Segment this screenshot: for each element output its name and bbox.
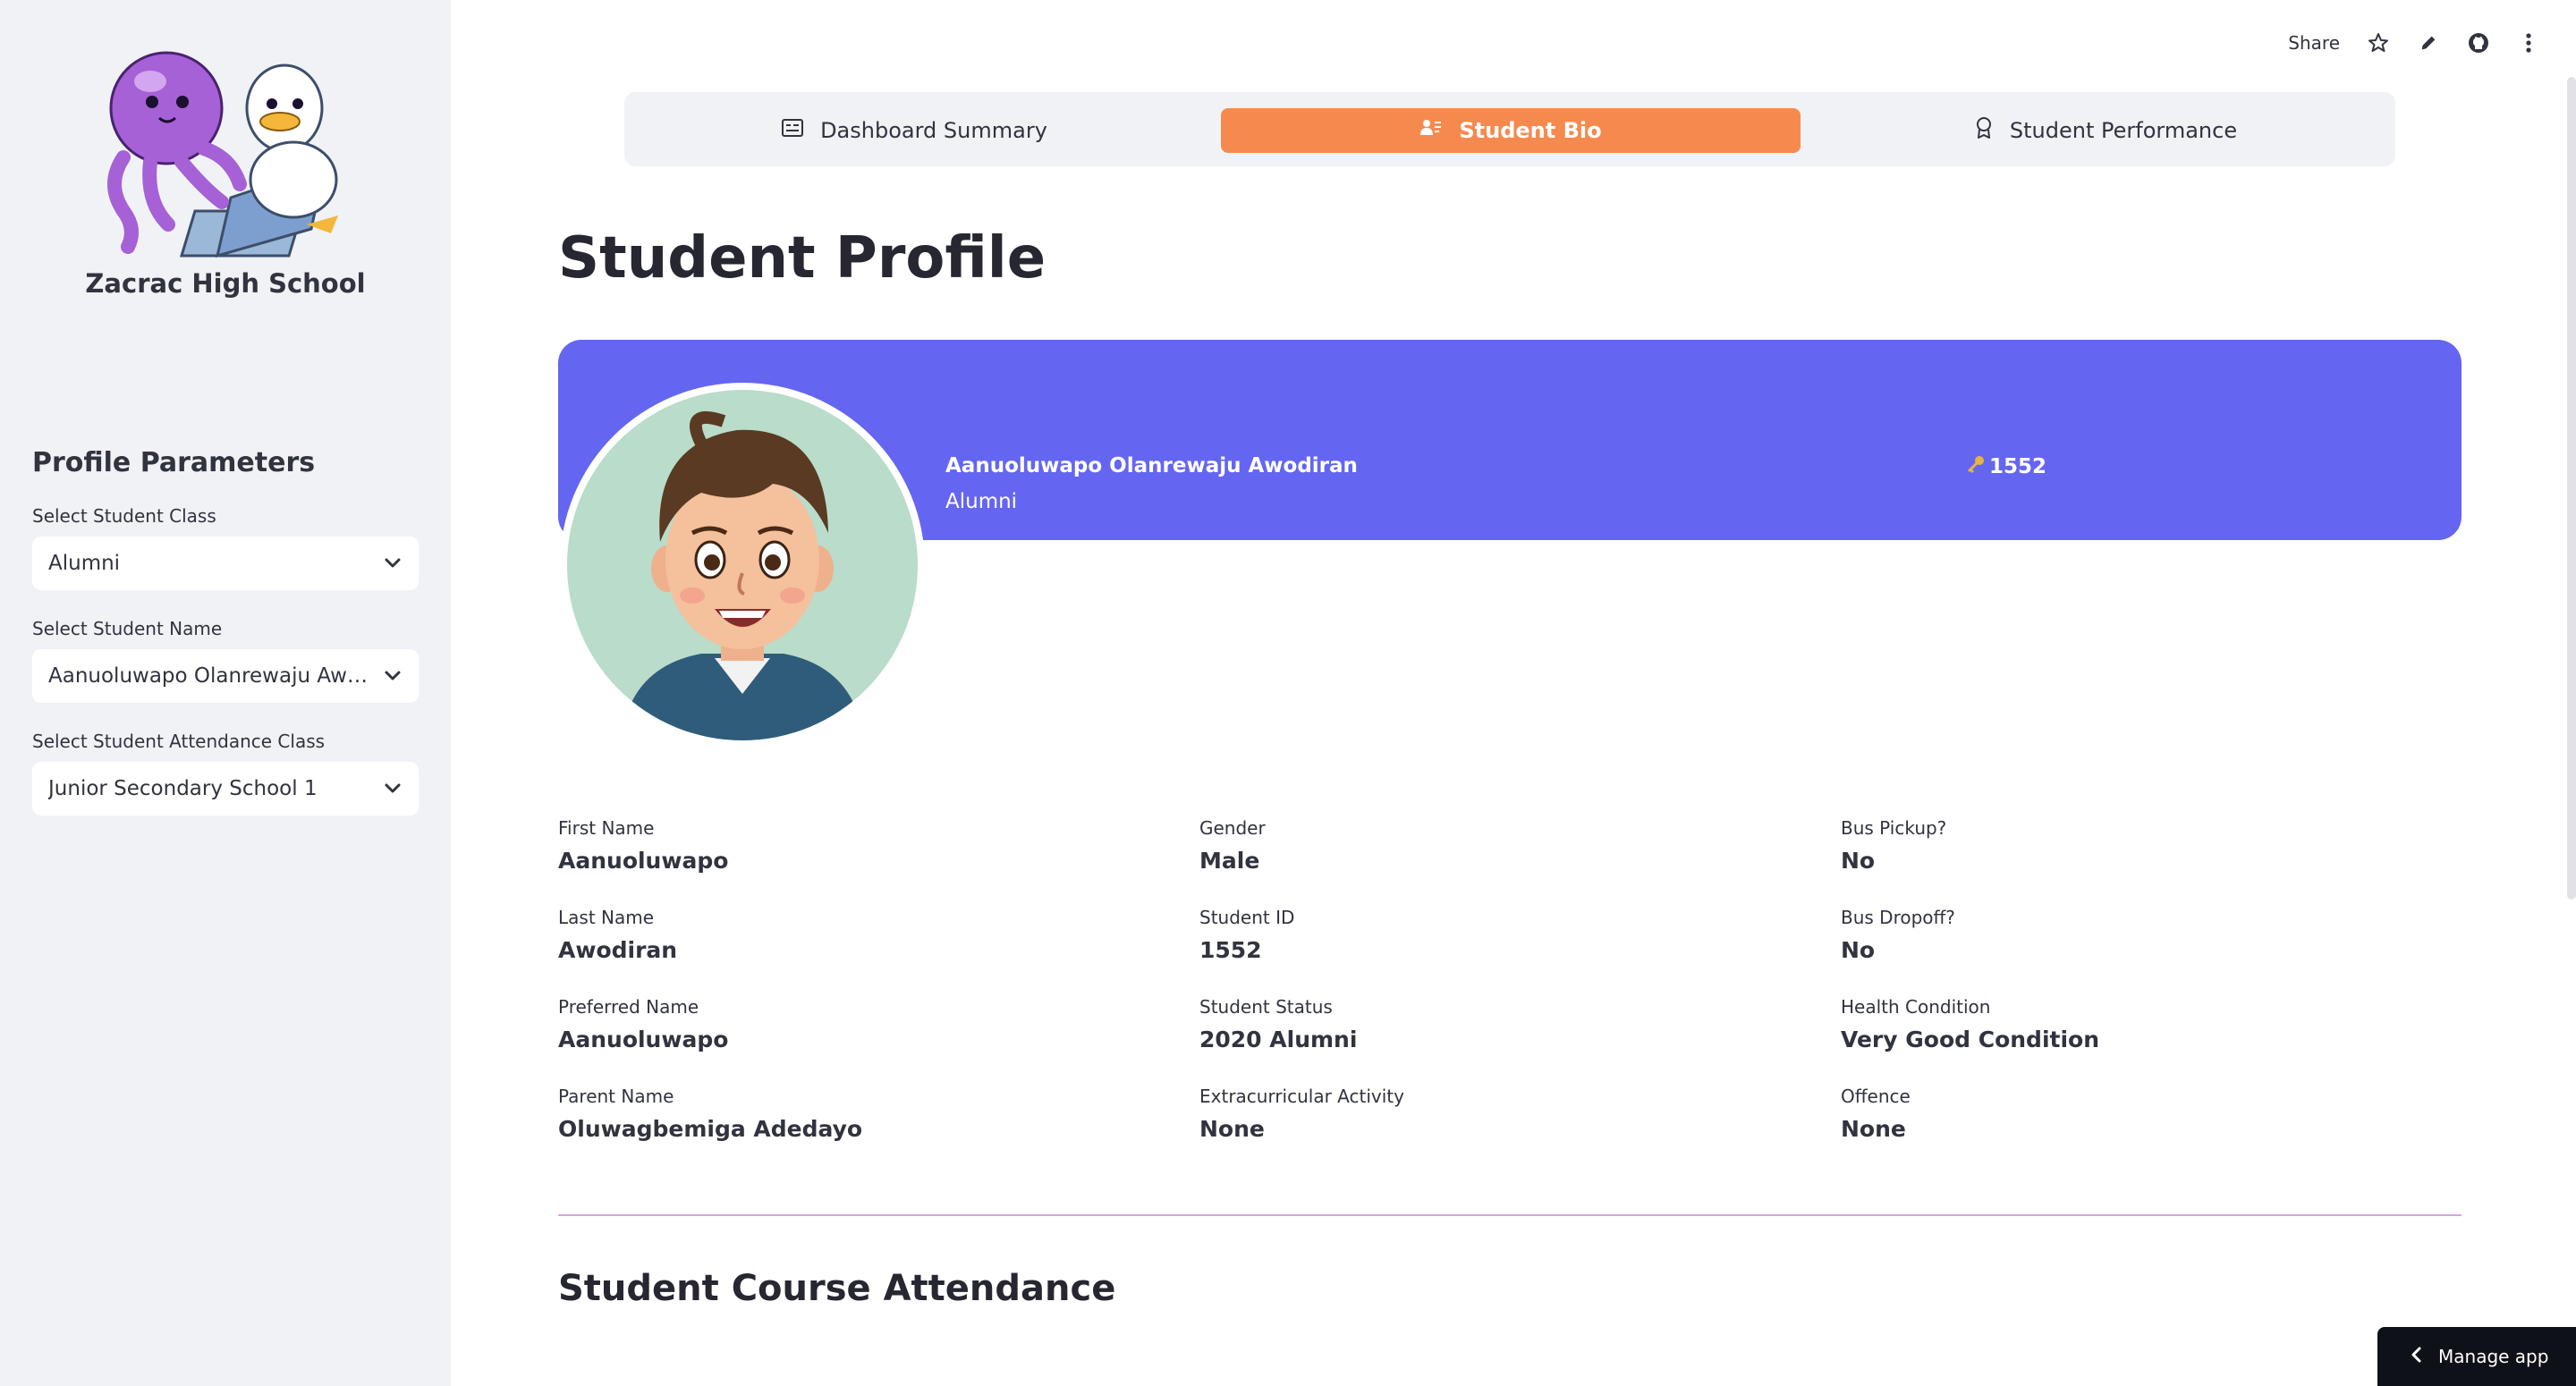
field-last-name: Last Name Awodiran bbox=[558, 907, 677, 963]
tab-student-performance[interactable]: Student Performance bbox=[1816, 108, 2395, 153]
field-bus-dropoff: Bus Dropoff? No bbox=[1841, 907, 1955, 963]
field-label: Student Status bbox=[1199, 996, 1333, 1018]
field-value: Oluwagbemiga Adedayo bbox=[558, 1116, 863, 1142]
field-label: Preferred Name bbox=[558, 996, 699, 1018]
field-first-name: First Name Aanuoluwapo bbox=[558, 817, 728, 874]
field-health-condition: Health Condition Very Good Condition bbox=[1841, 996, 2099, 1052]
field-value: None bbox=[1199, 1116, 1265, 1142]
field-label: Gender bbox=[1199, 817, 1266, 839]
student-avatar bbox=[560, 383, 925, 748]
student-name-select[interactable]: Aanuoluwapo Olanrewaju Awodiran bbox=[32, 649, 419, 703]
attendance-class-label: Select Student Attendance Class bbox=[32, 731, 326, 752]
tab-label: Student Performance bbox=[2009, 118, 2238, 143]
field-value: Very Good Condition bbox=[1841, 1027, 2100, 1052]
pencil-icon[interactable] bbox=[2417, 31, 2440, 55]
chevron-down-icon bbox=[383, 554, 402, 573]
chevron-left-icon bbox=[2410, 1346, 2422, 1368]
field-parent-name: Parent Name Oluwagbemiga Adedayo bbox=[558, 1086, 862, 1142]
student-class-value: Alumni bbox=[48, 552, 121, 575]
share-button[interactable]: Share bbox=[2288, 32, 2340, 54]
field-label: Health Condition bbox=[1841, 996, 1991, 1018]
user-bio-icon bbox=[1419, 118, 1443, 143]
field-gender: Gender Male bbox=[1199, 817, 1266, 874]
attendance-class-select[interactable]: Junior Secondary School 1 bbox=[32, 762, 419, 816]
field-label: Parent Name bbox=[558, 1086, 674, 1107]
manage-app-button[interactable]: Manage app bbox=[2377, 1327, 2576, 1386]
sidebar: Zacrac High School Profile Parameters Se… bbox=[0, 0, 451, 1386]
star-icon[interactable] bbox=[2367, 31, 2390, 55]
tab-label: Dashboard Summary bbox=[820, 118, 1047, 143]
field-preferred-name: Preferred Name Aanuoluwapo bbox=[558, 996, 728, 1052]
banner-student-id: 1552 bbox=[1966, 454, 2046, 479]
key-icon bbox=[1966, 454, 1986, 479]
more-vertical-icon[interactable] bbox=[2517, 31, 2540, 55]
manage-app-label: Manage app bbox=[2438, 1346, 2549, 1367]
banner-student-name: Aanuoluwapo Olanrewaju Awodiran bbox=[945, 454, 1358, 477]
student-name-value: Aanuoluwapo Olanrewaju Awodiran bbox=[48, 664, 383, 688]
field-value: Awodiran bbox=[558, 937, 678, 963]
field-student-status: Student Status 2020 Alumni bbox=[1199, 996, 1357, 1052]
school-name: Zacrac High School bbox=[85, 268, 366, 299]
dashboard-icon bbox=[781, 118, 804, 143]
field-value: Aanuoluwapo bbox=[558, 848, 729, 874]
tab-bar: Dashboard Summary Student Bio Student Pe… bbox=[624, 92, 2395, 166]
banner-student-status: Alumni bbox=[945, 490, 1018, 513]
attendance-class-value: Junior Secondary School 1 bbox=[48, 777, 318, 800]
page-title: Student Profile bbox=[558, 225, 1046, 292]
field-offence: Offence None bbox=[1841, 1086, 1911, 1142]
field-value: Male bbox=[1199, 848, 1260, 874]
field-value: 2020 Alumni bbox=[1199, 1027, 1358, 1052]
student-class-label: Select Student Class bbox=[32, 505, 216, 527]
field-label: Student ID bbox=[1199, 907, 1295, 928]
chevron-down-icon bbox=[383, 666, 402, 686]
github-icon[interactable] bbox=[2467, 31, 2490, 55]
student-name-label: Select Student Name bbox=[32, 618, 223, 639]
profile-parameters-heading: Profile Parameters bbox=[32, 447, 316, 478]
chevron-down-icon bbox=[383, 779, 402, 799]
field-label: First Name bbox=[558, 817, 655, 839]
course-attendance-heading: Student Course Attendance bbox=[558, 1268, 1116, 1309]
student-class-select[interactable]: Alumni bbox=[32, 537, 419, 590]
school-logo bbox=[97, 32, 356, 265]
field-value: None bbox=[1841, 1116, 1906, 1142]
main-scrollbar[interactable] bbox=[2567, 77, 2576, 900]
field-value: 1552 bbox=[1199, 937, 1262, 963]
section-divider bbox=[558, 1214, 2462, 1216]
field-value: No bbox=[1841, 848, 1876, 874]
award-icon bbox=[1974, 116, 1994, 145]
tab-dashboard-summary[interactable]: Dashboard Summary bbox=[624, 108, 1204, 153]
banner-id-value: 1552 bbox=[1989, 455, 2047, 478]
field-label: Bus Pickup? bbox=[1841, 817, 1947, 839]
field-student-id: Student ID 1552 bbox=[1199, 907, 1294, 963]
tab-label: Student Bio bbox=[1459, 118, 1602, 143]
field-label: Bus Dropoff? bbox=[1841, 907, 1955, 928]
field-value: Aanuoluwapo bbox=[558, 1027, 729, 1052]
app-toolbar: Share bbox=[2288, 27, 2540, 59]
field-label: Extracurricular Activity bbox=[1199, 1086, 1404, 1107]
field-bus-pickup: Bus Pickup? No bbox=[1841, 817, 1946, 874]
tab-student-bio[interactable]: Student Bio bbox=[1221, 108, 1801, 153]
field-extracurricular: Extracurricular Activity None bbox=[1199, 1086, 1404, 1142]
field-value: No bbox=[1841, 937, 1876, 963]
field-label: Offence bbox=[1841, 1086, 1911, 1107]
field-label: Last Name bbox=[558, 907, 655, 928]
